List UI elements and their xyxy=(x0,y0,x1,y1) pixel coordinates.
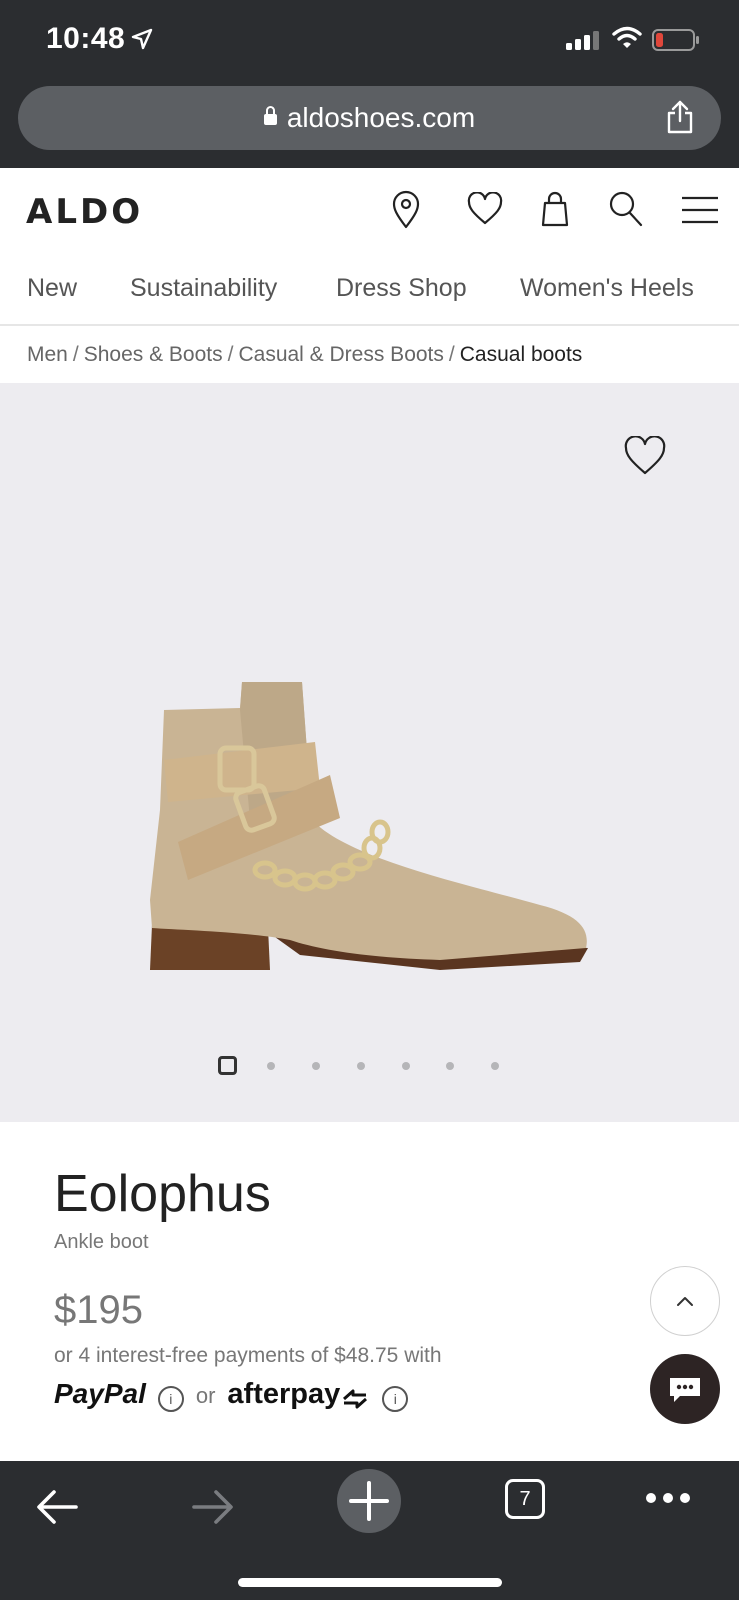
browser-address-area: aldoshoes.com xyxy=(0,84,739,168)
carousel-dot[interactable] xyxy=(491,1062,499,1070)
chevron-up-icon xyxy=(677,1297,693,1306)
store-locator-icon[interactable] xyxy=(390,190,422,230)
category-nav: New Sustainability Dress Shop Women's He… xyxy=(0,252,739,326)
carousel-dot[interactable] xyxy=(267,1062,275,1070)
breadcrumb-separator: / xyxy=(227,343,234,366)
or-label: or xyxy=(195,1383,216,1408)
nav-item-sustainability[interactable]: Sustainability xyxy=(130,274,277,303)
menu-icon[interactable] xyxy=(681,196,719,224)
site-header: ALDO xyxy=(0,168,739,252)
installment-text: or 4 interest-free payments of $48.75 wi… xyxy=(54,1344,442,1367)
cellular-signal-icon xyxy=(566,31,599,50)
share-icon[interactable] xyxy=(665,100,695,134)
carousel-dot-active[interactable] xyxy=(218,1056,237,1075)
product-image-boot xyxy=(150,682,588,970)
forward-arrow-icon[interactable] xyxy=(190,1487,236,1527)
carousel-dot[interactable] xyxy=(357,1062,365,1070)
url-text: aldoshoes.com xyxy=(286,102,476,133)
shopping-bag-icon[interactable] xyxy=(540,190,570,228)
payment-options: PayPal i or afterpay i xyxy=(54,1378,409,1418)
chat-bubble-icon xyxy=(670,1378,700,1402)
breadcrumb-separator: / xyxy=(448,343,455,366)
carousel-pagination xyxy=(0,1056,739,1076)
wifi-icon xyxy=(612,26,642,48)
add-to-wishlist-heart-icon[interactable] xyxy=(624,436,666,476)
wishlist-heart-icon[interactable] xyxy=(467,192,503,226)
scroll-to-top-button[interactable] xyxy=(650,1266,720,1336)
battery-icon xyxy=(652,29,699,51)
aldo-logo[interactable]: ALDO xyxy=(26,192,143,232)
nav-item-dress-shop[interactable]: Dress Shop xyxy=(336,274,467,303)
breadcrumb-separator: / xyxy=(72,343,79,366)
breadcrumb-link[interactable]: Men xyxy=(27,343,68,366)
new-tab-plus-icon[interactable] xyxy=(337,1469,401,1533)
status-bar: 10:48 xyxy=(0,0,739,84)
paypal-info-icon[interactable]: i xyxy=(157,1385,184,1412)
home-indicator[interactable] xyxy=(238,1578,502,1587)
status-time: 10:48 xyxy=(46,22,126,55)
afterpay-arrows-icon xyxy=(343,1389,368,1409)
tab-switcher-button[interactable]: 7 xyxy=(505,1479,545,1519)
breadcrumb-link[interactable]: Shoes & Boots xyxy=(84,343,223,366)
address-bar[interactable]: aldoshoes.com xyxy=(18,86,721,150)
carousel-dot[interactable] xyxy=(446,1062,454,1070)
search-icon[interactable] xyxy=(608,190,644,228)
breadcrumb: Men / Shoes & Boots / Casual & Dress Boots / C… xyxy=(27,343,582,367)
carousel-dot[interactable] xyxy=(402,1062,410,1070)
carousel-dot[interactable] xyxy=(312,1062,320,1070)
location-arrow-icon xyxy=(131,28,153,50)
chat-button[interactable] xyxy=(650,1354,720,1424)
lock-icon xyxy=(263,106,277,125)
nav-item-womens-heels[interactable]: Women's Heels xyxy=(520,274,694,303)
more-options-icon[interactable] xyxy=(644,1491,692,1505)
afterpay-logo: afterpay xyxy=(227,1378,341,1410)
product-price: $195 xyxy=(54,1288,143,1332)
afterpay-info-icon[interactable]: i xyxy=(382,1385,409,1412)
product-subtitle: Ankle boot xyxy=(54,1231,149,1253)
tab-count: 7 xyxy=(519,1488,531,1510)
nav-item-new[interactable]: New xyxy=(27,274,77,303)
product-title: Eolophus xyxy=(54,1165,271,1223)
paypal-logo: PayPal xyxy=(54,1378,146,1409)
breadcrumb-link[interactable]: Casual & Dress Boots xyxy=(238,343,443,366)
breadcrumb-current: Casual boots xyxy=(459,343,583,366)
back-arrow-icon[interactable] xyxy=(34,1487,80,1527)
